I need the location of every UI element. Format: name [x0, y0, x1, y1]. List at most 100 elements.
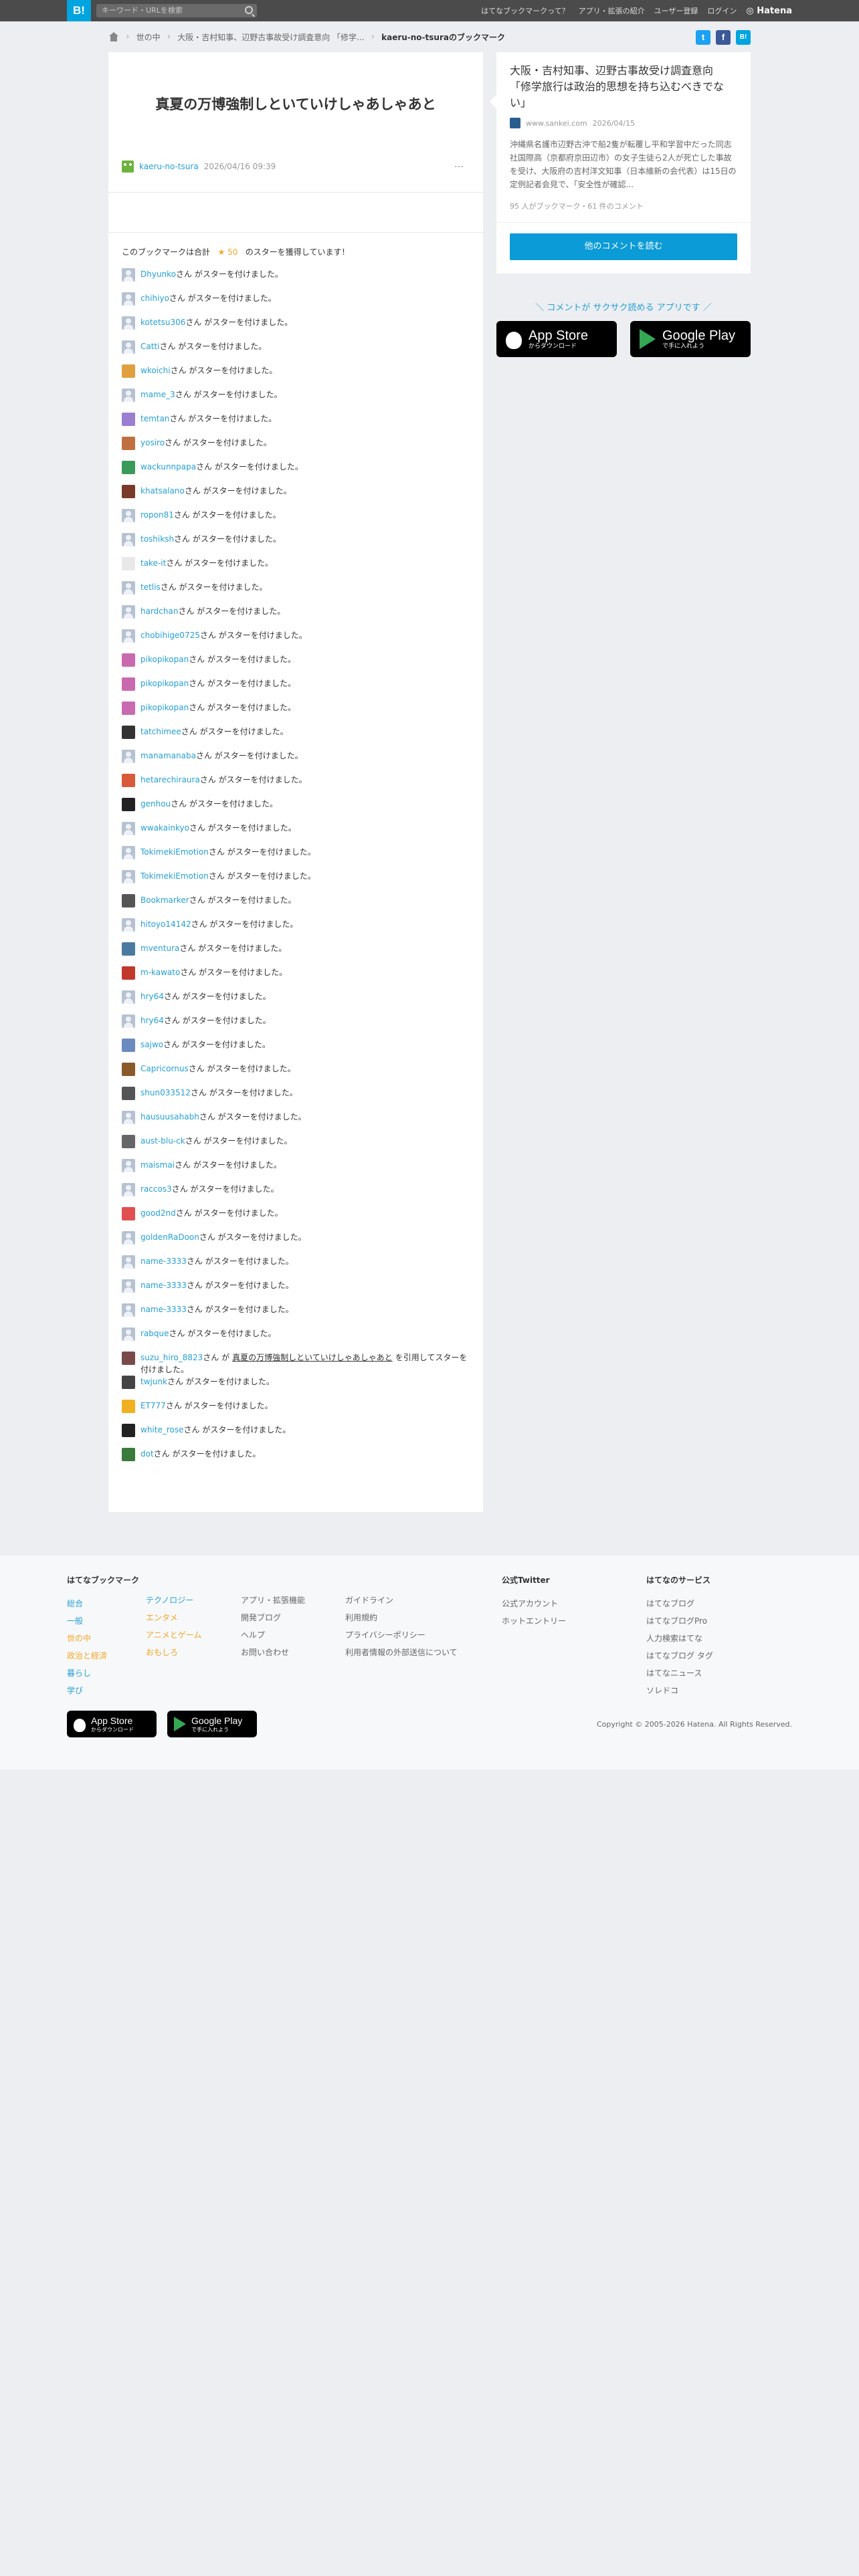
star-user-link[interactable]: khatsalano: [140, 486, 185, 496]
avatar[interactable]: [122, 1255, 135, 1269]
footer-link[interactable]: お問い合わせ: [241, 1644, 305, 1661]
star-user-link[interactable]: name-3333: [140, 1257, 187, 1266]
footer-google-play-button[interactable]: Google Play で手に入れよう: [167, 1711, 257, 1737]
star-user-link[interactable]: hry64: [140, 1016, 164, 1025]
footer-link[interactable]: はてなニュース: [646, 1665, 713, 1682]
footer-link[interactable]: 開発ブログ: [241, 1609, 305, 1626]
footer-link[interactable]: 利用者情報の外部送信について: [345, 1644, 458, 1661]
star-user-link[interactable]: hry64: [140, 992, 164, 1001]
avatar[interactable]: [122, 702, 135, 715]
more-menu-icon[interactable]: …: [454, 159, 464, 170]
nav-register[interactable]: ユーザー登録: [654, 5, 698, 16]
star-user-link[interactable]: pikopikopan: [140, 655, 189, 664]
footer-link[interactable]: アプリ・拡張機能: [241, 1592, 305, 1609]
author-name[interactable]: kaeru-no-tsura: [139, 162, 199, 171]
footer-link[interactable]: 暮らし: [67, 1665, 139, 1682]
avatar[interactable]: [122, 942, 135, 956]
footer-link[interactable]: ホットエントリー: [502, 1612, 566, 1630]
entry-domain[interactable]: www.sankei.com: [526, 119, 587, 128]
read-comments-button[interactable]: 他のコメントを読む: [510, 233, 737, 260]
footer-link[interactable]: アニメとゲーム: [146, 1626, 201, 1644]
star-user-link[interactable]: tetlis: [140, 582, 161, 592]
star-user-link[interactable]: chihiyo: [140, 294, 169, 303]
star-user-link[interactable]: suzu_hiro_8823: [140, 1353, 203, 1362]
footer-link[interactable]: ヘルプ: [241, 1626, 305, 1644]
star-user-link[interactable]: yosiro: [140, 438, 165, 447]
star-user-link[interactable]: name-3333: [140, 1305, 187, 1314]
avatar[interactable]: [122, 966, 135, 980]
avatar[interactable]: [122, 1400, 135, 1413]
avatar[interactable]: [122, 1352, 135, 1365]
star-user-link[interactable]: pikopikopan: [140, 703, 189, 712]
star-user-link[interactable]: wackunnpapa: [140, 462, 196, 471]
avatar[interactable]: [122, 990, 135, 1004]
star-user-link[interactable]: wkoichi: [140, 366, 171, 375]
star-user-link[interactable]: shun033512: [140, 1088, 191, 1097]
avatar[interactable]: [122, 437, 135, 450]
avatar[interactable]: [122, 364, 135, 378]
star-user-link[interactable]: name-3333: [140, 1281, 187, 1290]
star-user-link[interactable]: dot: [140, 1449, 154, 1459]
avatar[interactable]: [122, 605, 135, 619]
search-icon[interactable]: [245, 6, 253, 14]
star-user-link[interactable]: goldenRaDoon: [140, 1232, 199, 1242]
star-user-link[interactable]: kotetsu306: [140, 318, 185, 327]
avatar[interactable]: [122, 509, 135, 522]
avatar[interactable]: [122, 918, 135, 932]
footer-link[interactable]: おもしろ: [146, 1644, 201, 1661]
avatar[interactable]: [122, 798, 135, 811]
avatar[interactable]: [122, 726, 135, 739]
nav-apps[interactable]: アプリ・拡張の紹介: [579, 5, 645, 16]
avatar[interactable]: [122, 1376, 135, 1389]
nav-about[interactable]: はてなブックマークって？: [481, 5, 569, 16]
avatar[interactable]: [122, 581, 135, 595]
avatar[interactable]: [122, 1231, 135, 1245]
entry-counts[interactable]: 95 人がブックマーク・61 件のコメント: [510, 201, 737, 211]
star-user-link[interactable]: genhou: [140, 799, 171, 809]
avatar[interactable]: [122, 340, 135, 354]
star-user-link[interactable]: TokimekiEmotion: [140, 871, 209, 881]
footer-link[interactable]: はてなブログ: [646, 1595, 713, 1612]
avatar[interactable]: [122, 1014, 135, 1028]
footer-link[interactable]: エンタメ: [146, 1609, 201, 1626]
avatar[interactable]: [122, 774, 135, 787]
star-user-link[interactable]: wwakainkyo: [140, 823, 189, 833]
star-user-link[interactable]: good2nd: [140, 1208, 176, 1218]
footer-link[interactable]: 公式アカウント: [502, 1595, 566, 1612]
star-user-link[interactable]: mame_3: [140, 390, 175, 399]
hatebu-logo[interactable]: B!: [67, 0, 91, 21]
avatar[interactable]: [122, 894, 135, 907]
avatar[interactable]: [122, 653, 135, 667]
star-user-link[interactable]: mventura: [140, 944, 179, 953]
home-icon[interactable]: [108, 32, 119, 41]
avatar[interactable]: [122, 1159, 135, 1172]
star-user-link[interactable]: Catti: [140, 342, 159, 351]
star-user-link[interactable]: maismai: [140, 1160, 175, 1170]
breadcrumb-entry[interactable]: 大阪・吉村知事、辺野古事故受け調査意向 「修学...: [177, 31, 364, 43]
star-user-link[interactable]: toshiksh: [140, 534, 174, 544]
avatar[interactable]: [122, 1448, 135, 1461]
footer-link[interactable]: 人力検索はてな: [646, 1630, 713, 1647]
avatar[interactable]: [122, 1063, 135, 1076]
star-user-link[interactable]: hitoyo14142: [140, 920, 191, 929]
footer-link[interactable]: はてなブログ タグ: [646, 1647, 713, 1665]
avatar[interactable]: [122, 750, 135, 763]
avatar[interactable]: [122, 1135, 135, 1148]
footer-link[interactable]: プライバシーポリシー: [345, 1626, 458, 1644]
footer-link[interactable]: はてなブログPro: [646, 1612, 713, 1630]
avatar[interactable]: [122, 629, 135, 643]
avatar[interactable]: [122, 1424, 135, 1437]
star-user-link[interactable]: ET777: [140, 1401, 166, 1410]
star-user-link[interactable]: Dhyunko: [140, 270, 176, 279]
footer-link[interactable]: ガイドライン: [345, 1592, 458, 1609]
twitter-share-icon[interactable]: t: [696, 30, 710, 45]
avatar[interactable]: [122, 1087, 135, 1100]
avatar[interactable]: [122, 1327, 135, 1341]
star-user-link[interactable]: hetarechiraura: [140, 775, 200, 784]
avatar[interactable]: [122, 533, 135, 546]
footer-link[interactable]: 利用規約: [345, 1609, 458, 1626]
star-user-link[interactable]: ropon81: [140, 510, 174, 520]
facebook-share-icon[interactable]: f: [716, 30, 731, 45]
avatar[interactable]: [122, 160, 134, 173]
star-user-link[interactable]: Bookmarker: [140, 895, 189, 905]
